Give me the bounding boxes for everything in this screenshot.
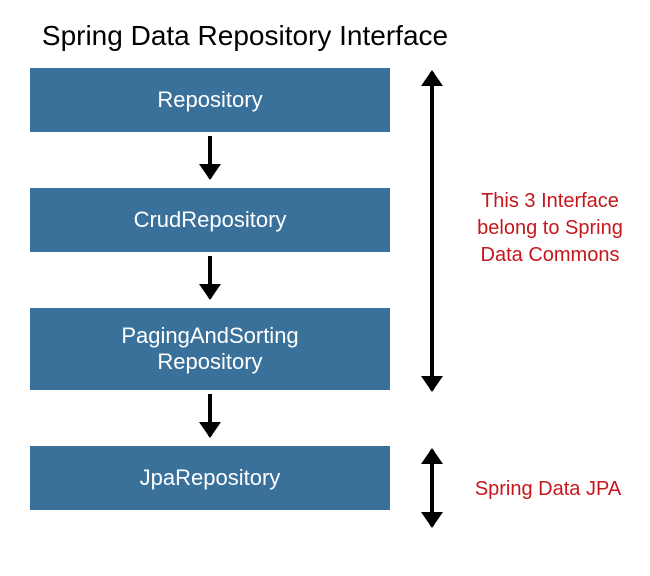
diagram-title: Spring Data Repository Interface — [30, 0, 460, 68]
box-repository: Repository — [30, 68, 390, 132]
annotation-commons-line1: This 3 Interface — [460, 188, 640, 215]
box-paging-line1: PagingAndSorting — [121, 323, 298, 349]
arrow-down-icon — [208, 394, 212, 436]
arrow-down-icon — [208, 256, 212, 298]
diagram-body: Repository CrudRepository PagingAndSorti… — [30, 68, 630, 510]
box-jpa-label: JpaRepository — [140, 465, 281, 491]
annotation-commons-line3: Data Commons — [460, 242, 640, 269]
bracket-arrow-commons-icon — [430, 72, 434, 390]
box-paging-label: PagingAndSorting Repository — [121, 323, 298, 376]
annotation-commons-line2: belong to Spring — [460, 215, 640, 242]
box-paging-sorting-repository: PagingAndSorting Repository — [30, 308, 390, 390]
arrow-down-icon — [208, 136, 212, 178]
box-paging-line2: Repository — [121, 349, 298, 375]
box-jpa-repository: JpaRepository — [30, 446, 390, 510]
annotation-spring-data-jpa: Spring Data JPA — [468, 476, 628, 503]
hierarchy-column: Repository CrudRepository PagingAndSorti… — [30, 68, 390, 510]
box-repository-label: Repository — [157, 87, 262, 113]
bracket-arrow-jpa-icon — [430, 450, 434, 526]
box-crud-label: CrudRepository — [134, 207, 287, 233]
box-crud-repository: CrudRepository — [30, 188, 390, 252]
annotation-spring-data-commons: This 3 Interface belong to Spring Data C… — [460, 188, 640, 269]
